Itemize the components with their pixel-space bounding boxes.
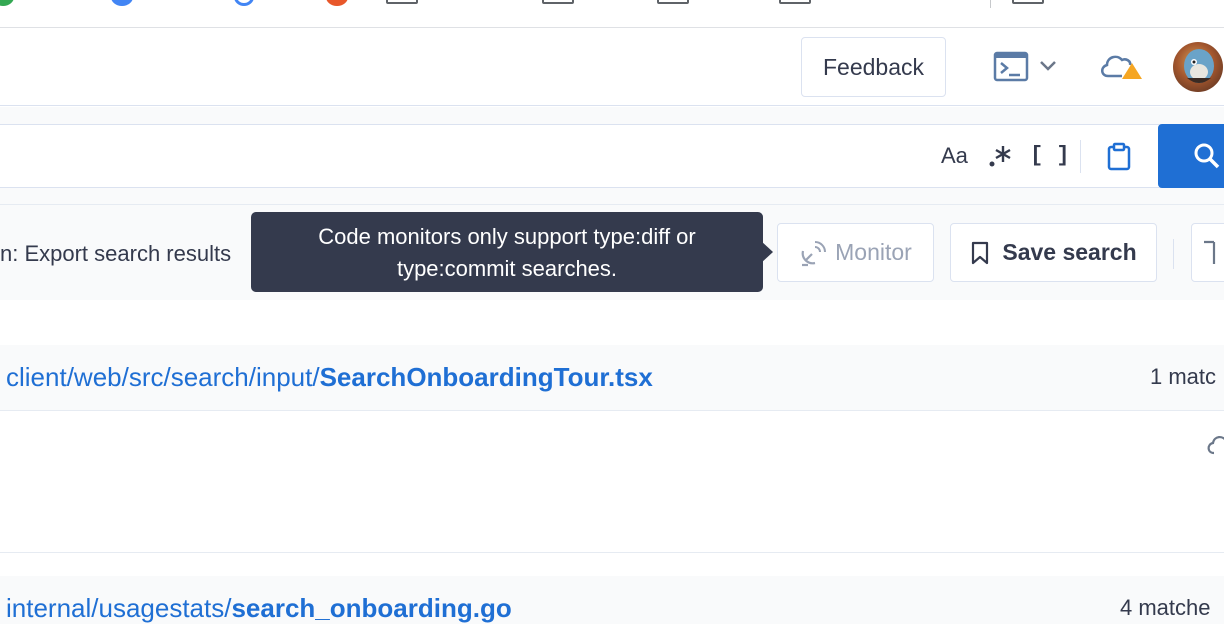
- terminal-icon: [993, 51, 1056, 82]
- result-file-link[interactable]: client/web/src/search/input/SearchOnboar…: [6, 362, 653, 393]
- save-search-button[interactable]: Save search: [950, 223, 1157, 282]
- result-match-count[interactable]: 4 matche: [1120, 595, 1211, 621]
- bookmark-favicon-green[interactable]: [0, 0, 14, 6]
- result-path-prefix: internal/usagestats/: [6, 593, 232, 623]
- result-preview[interactable]: [0, 411, 1224, 553]
- satellite-dish-icon: [801, 240, 827, 266]
- result-header: client/web/src/search/input/SearchOnboar…: [0, 345, 1224, 411]
- clipboard-icon: [1107, 142, 1131, 171]
- regex-icon: [989, 146, 1011, 167]
- export-search-results-notice[interactable]: n: Export search results: [0, 241, 231, 267]
- copy-query-button[interactable]: [1104, 141, 1134, 173]
- search-icon: [1194, 143, 1220, 169]
- bookmarks-divider: [990, 0, 991, 8]
- top-navbar: Feedback: [0, 28, 1224, 106]
- result-file-link[interactable]: internal/usagestats/search_onboarding.go: [6, 593, 512, 624]
- bookmark-folder-icon[interactable]: [386, 0, 418, 4]
- bookmark-folder-icon[interactable]: [657, 0, 689, 4]
- case-sensitivity-toggle[interactable]: Aa: [941, 143, 968, 169]
- structural-search-toggle[interactable]: [ ]: [1030, 143, 1070, 168]
- avatar-image: [1184, 49, 1214, 83]
- bookmark-favicon-blue[interactable]: [111, 0, 133, 6]
- terminal-menu-button[interactable]: [993, 50, 1063, 84]
- bookmark-favicon-orange[interactable]: [326, 0, 348, 6]
- result-file-name: SearchOnboardingTour.tsx: [319, 362, 653, 392]
- tooltip-arrow: [761, 241, 773, 263]
- bookmark-folder-icon[interactable]: [1012, 0, 1044, 4]
- feedback-button[interactable]: Feedback: [801, 37, 946, 97]
- result-path-prefix: client/web/src/search/input/: [6, 362, 320, 392]
- tooltip-line-2: type:commit searches.: [396, 256, 618, 281]
- save-search-label: Save search: [1002, 239, 1137, 265]
- result-match-count[interactable]: 1 matc: [1150, 364, 1216, 390]
- bookmark-favicon-google[interactable]: [234, 0, 254, 6]
- bookmark-folder-icon[interactable]: [542, 0, 574, 4]
- search-submit-button[interactable]: [1158, 124, 1224, 188]
- result-header: internal/usagestats/search_onboarding.go…: [0, 576, 1224, 624]
- bookmark-icon: [972, 241, 989, 264]
- bookmarks-bar: [0, 0, 1224, 28]
- tooltip-line-1: Code monitors only support type:diff or: [318, 224, 696, 249]
- chevron-down-icon: [1040, 61, 1056, 71]
- cloud-icon[interactable]: [1204, 431, 1224, 459]
- search-toggle-divider: [1080, 140, 1081, 173]
- user-avatar[interactable]: [1173, 42, 1223, 92]
- overflow-actions-button[interactable]: [1191, 223, 1224, 282]
- monitor-disabled-tooltip: Code monitors only support type:diff or …: [251, 212, 763, 292]
- cloud-status-button[interactable]: [1098, 50, 1144, 82]
- regex-toggle[interactable]: [988, 143, 1014, 175]
- result-file-name: search_onboarding.go: [231, 593, 512, 623]
- create-monitor-button[interactable]: Monitor: [777, 223, 934, 282]
- monitor-button-label: Monitor: [835, 239, 912, 265]
- bookmark-folder-icon[interactable]: [779, 0, 811, 4]
- toolbar-divider: [1173, 239, 1174, 269]
- search-input[interactable]: Aa [ ]: [0, 124, 1224, 188]
- cloud-warning-icon: [1101, 55, 1142, 79]
- actions-icon: [1204, 240, 1216, 264]
